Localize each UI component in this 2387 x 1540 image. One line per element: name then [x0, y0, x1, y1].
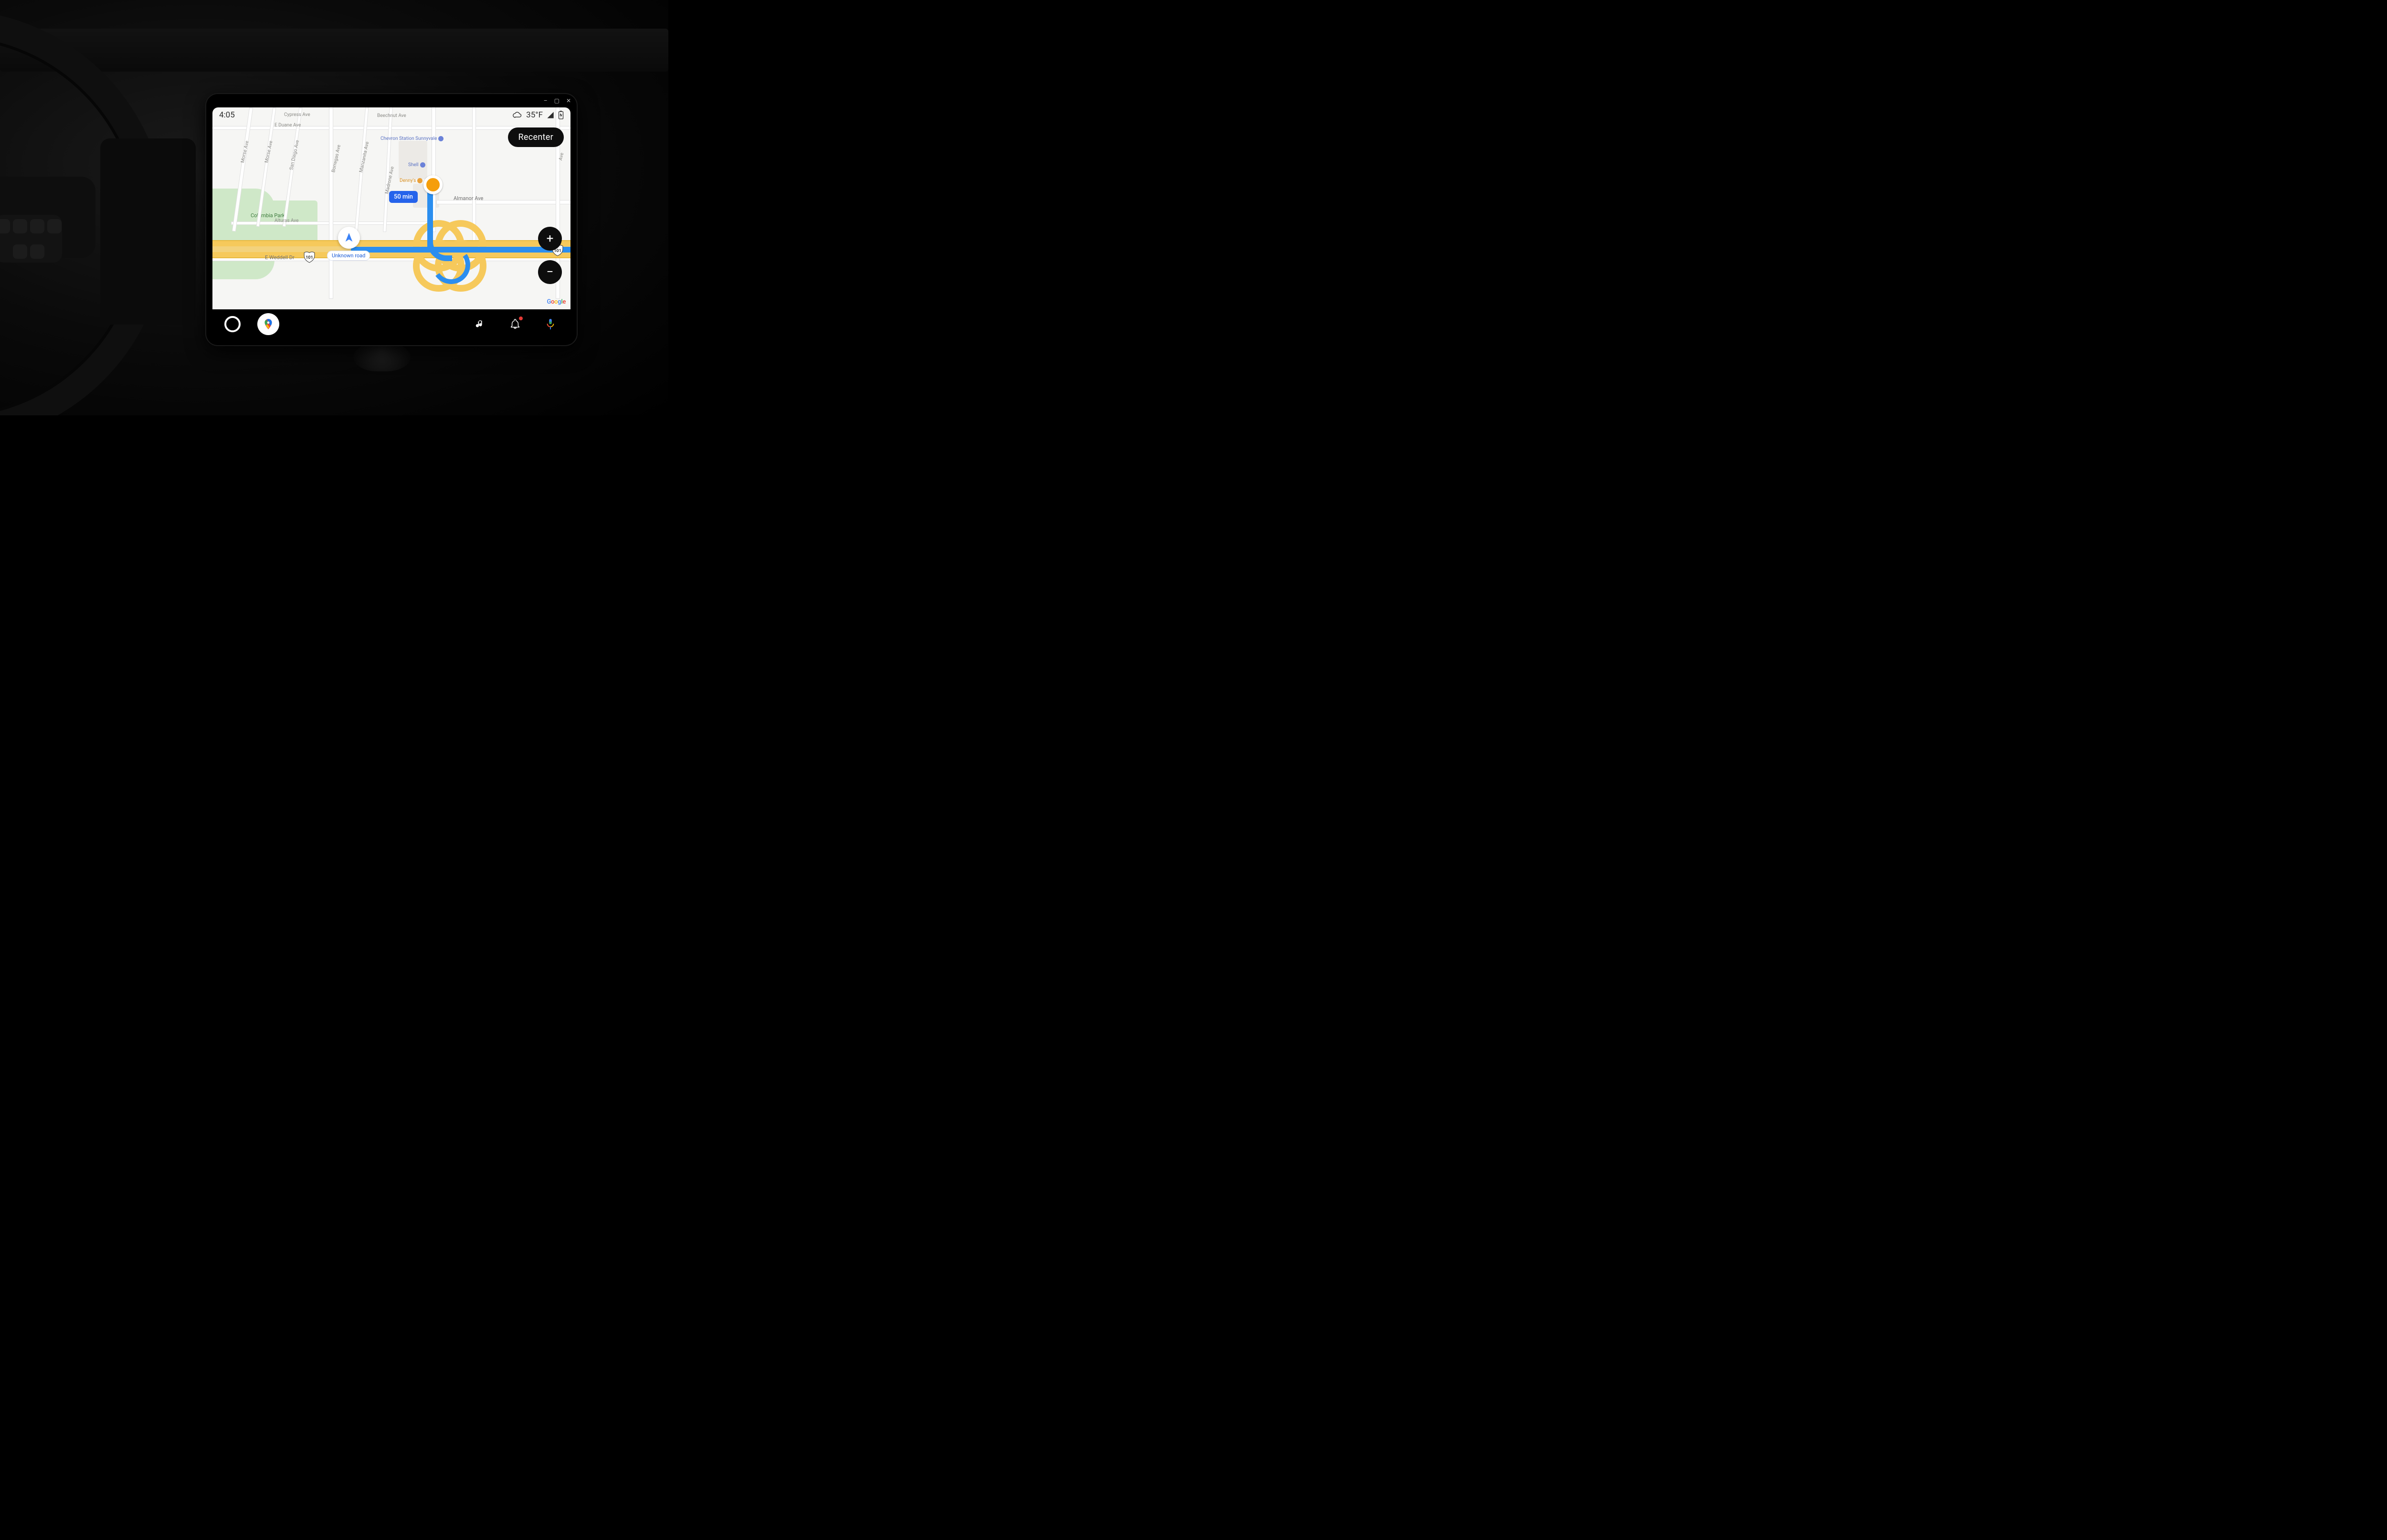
cloud-icon	[513, 110, 522, 120]
road	[473, 107, 475, 241]
zoom-in-button[interactable]: +	[538, 227, 562, 251]
music-button[interactable]	[469, 314, 490, 335]
bell-icon	[510, 319, 520, 329]
highway-shield: 101	[303, 251, 316, 263]
close-button[interactable]: ✕	[566, 98, 571, 104]
maximize-button[interactable]: ▢	[554, 98, 560, 104]
microphone-icon	[545, 318, 556, 330]
volume-knob	[353, 343, 411, 371]
poi-restaurant[interactable]: Denny's	[400, 178, 422, 183]
infotainment-display: – ▢ ✕ Columbia Park	[205, 93, 578, 346]
street-label: Cypress Ave	[284, 112, 310, 117]
food-pin-icon	[417, 178, 422, 183]
route-destination-marker	[423, 175, 443, 194]
building-footprint	[399, 141, 427, 179]
minimize-button[interactable]: –	[544, 98, 548, 104]
home-button[interactable]	[222, 314, 243, 335]
poi-gas-station[interactable]: Shell	[408, 162, 425, 168]
park-label: Columbia Park	[251, 212, 285, 219]
system-nav-bar	[212, 309, 570, 339]
road	[437, 200, 570, 204]
google-maps-icon	[262, 318, 275, 330]
screen: Columbia Park	[212, 107, 570, 339]
dashboard-trim	[0, 29, 668, 72]
current-location-marker[interactable]	[338, 227, 360, 249]
clock: 4:05	[219, 110, 235, 120]
voice-assistant-button[interactable]	[540, 314, 561, 335]
cell-signal-icon	[547, 111, 554, 119]
gas-pin-icon	[420, 162, 425, 168]
poi-gas-station[interactable]: Chevron Station Sunnyvale	[380, 136, 428, 141]
notifications-button[interactable]	[505, 314, 526, 335]
recenter-button[interactable]: Recenter	[508, 127, 564, 147]
current-road-label: Unknown road	[327, 251, 370, 261]
air-vent	[100, 138, 196, 325]
road	[232, 222, 446, 224]
google-attribution: Google	[547, 298, 566, 306]
road	[329, 107, 333, 298]
circle-icon	[224, 316, 241, 332]
map-canvas[interactable]: Columbia Park	[212, 107, 570, 309]
temperature: 35°F	[526, 110, 543, 120]
steering-wheel-controls	[0, 215, 62, 263]
zoom-out-button[interactable]: −	[538, 260, 562, 284]
google-maps-button[interactable]	[257, 313, 279, 335]
gas-pin-icon	[438, 136, 444, 141]
navigation-arrow-icon	[344, 232, 354, 243]
music-note-icon	[475, 319, 485, 329]
window-controls: – ▢ ✕	[544, 98, 571, 104]
park-area	[212, 189, 275, 279]
eta-chip[interactable]: 50 min	[389, 191, 418, 203]
notification-badge	[519, 316, 523, 320]
